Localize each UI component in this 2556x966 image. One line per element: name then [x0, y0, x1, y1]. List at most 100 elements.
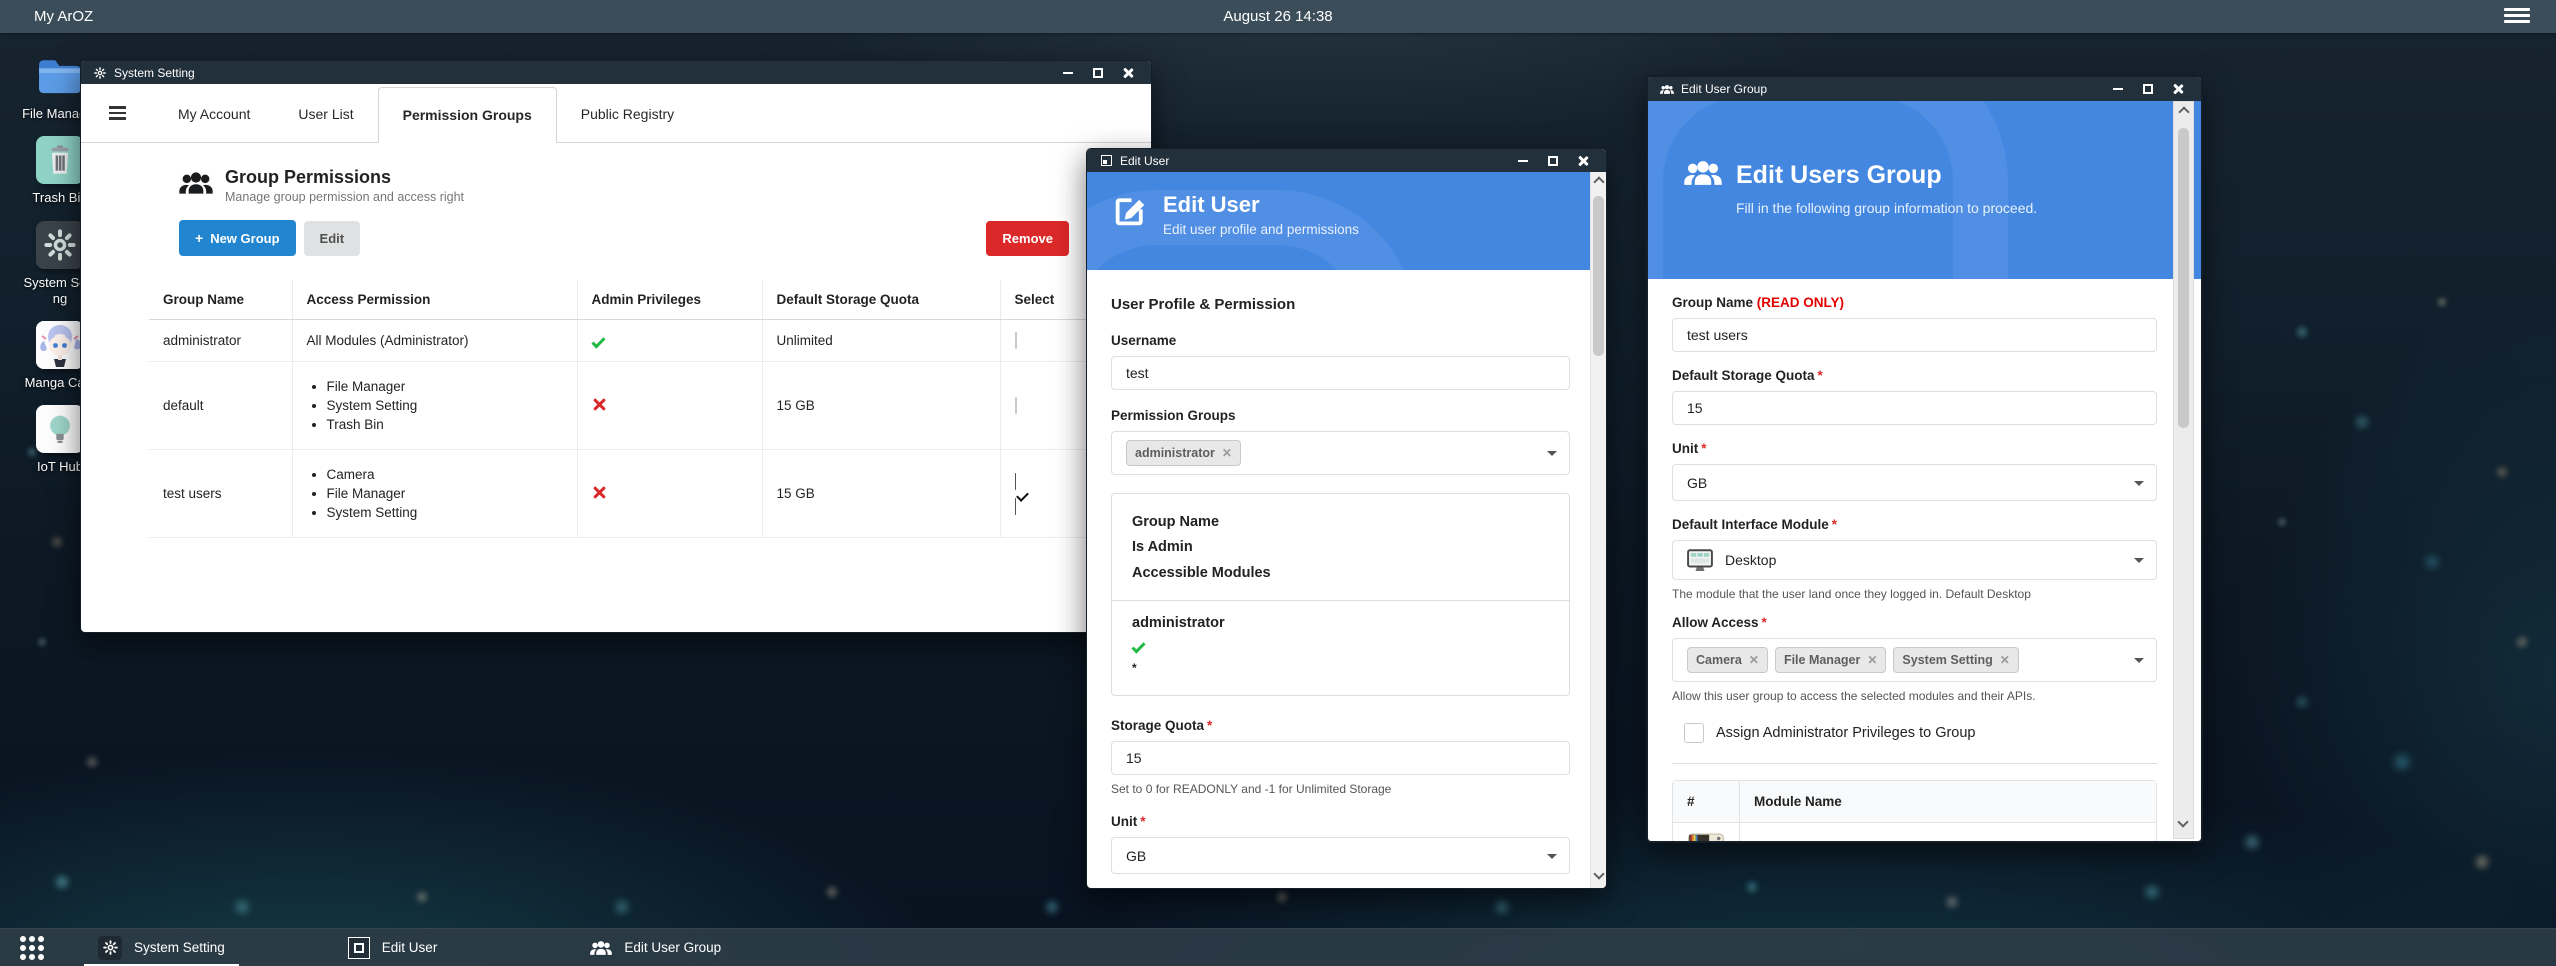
chevron-down-icon [1547, 451, 1557, 461]
close-button[interactable] [1568, 149, 1598, 172]
tag-camera[interactable]: Camera ✕ [1687, 647, 1768, 673]
form-section-title: User Profile & Permission [1111, 296, 1570, 313]
app-launcher-icon[interactable] [20, 936, 44, 960]
group-name-field[interactable] [1672, 318, 2157, 352]
admin-cell [577, 450, 762, 538]
quota-cell: 15 GB [762, 362, 1000, 450]
table-header-row: Group Name Access Permission Admin Privi… [149, 280, 1104, 320]
row-checkbox[interactable] [1015, 332, 1017, 349]
scroll-down-icon[interactable] [2177, 816, 2188, 827]
check-icon [1131, 640, 1145, 654]
tab-public-registry[interactable]: Public Registry [557, 86, 698, 142]
manga-cafe-icon [36, 321, 84, 369]
new-group-button[interactable]: +New Group [179, 220, 296, 256]
default-interface-module-label: Default Interface Module [1672, 517, 1829, 532]
close-button[interactable] [1113, 61, 1143, 84]
maximize-button[interactable] [1538, 149, 1568, 172]
table-row: administrator All Modules (Administrator… [149, 320, 1104, 362]
tab-permission-groups[interactable]: Permission Groups [378, 87, 557, 143]
chevron-down-icon [2134, 658, 2144, 668]
edit-user-form: User Profile & Permission Username Permi… [1087, 270, 1606, 889]
storage-quota-field[interactable] [1111, 741, 1570, 775]
tab-my-account[interactable]: My Account [154, 86, 274, 142]
minimize-button[interactable] [2103, 77, 2133, 101]
module-name: Camera [1739, 823, 2156, 843]
close-button[interactable] [2163, 77, 2193, 101]
users-group-icon [1684, 159, 1722, 192]
maximize-button[interactable] [2133, 77, 2163, 101]
default-storage-quota-field[interactable] [1672, 391, 2157, 425]
camera-icon [1687, 830, 1725, 843]
permission-groups-table: Group Name Access Permission Admin Privi… [149, 280, 1104, 538]
minimize-button[interactable] [1053, 61, 1083, 84]
permission-groups-panel: Group Permissions Manage group permissio… [81, 143, 1151, 538]
scroll-down-icon[interactable] [1593, 868, 1604, 879]
scroll-thumb[interactable] [1593, 196, 1604, 356]
accessible-modules-value: * [1132, 661, 1549, 675]
access-cell: Camera File Manager System Setting [292, 450, 577, 538]
scroll-up-icon[interactable] [2178, 106, 2189, 117]
taskbar-item-system-setting[interactable]: System Setting [84, 929, 239, 966]
scrollbar[interactable] [1590, 172, 1606, 888]
row-checkbox[interactable] [1015, 397, 1017, 414]
access-cell: All Modules (Administrator) [292, 320, 577, 362]
remove-tag-icon[interactable]: ✕ [1222, 446, 1232, 460]
remove-button[interactable]: Remove [986, 221, 1069, 256]
desktop: My ArOZ August 26 14:38 File Manager Tra… [0, 0, 2556, 966]
module-table-header: # Module Name [1673, 781, 2156, 823]
folder-icon [36, 52, 84, 100]
chevron-down-icon [2134, 481, 2144, 491]
window-icon [348, 937, 370, 959]
app-title: My ArOZ [34, 8, 93, 25]
remove-tag-icon[interactable]: ✕ [1749, 653, 1759, 667]
scroll-thumb[interactable] [2178, 128, 2189, 428]
cross-icon [592, 485, 606, 499]
scrollbar[interactable] [2173, 101, 2194, 839]
minimize-button[interactable] [1508, 149, 1538, 172]
edit-user-group-titlebar[interactable]: Edit User Group [1648, 77, 2201, 101]
edit-user-titlebar[interactable]: Edit User [1087, 149, 1606, 172]
users-group-icon [590, 940, 612, 956]
row-checkbox[interactable] [1015, 473, 1091, 515]
tag-system-setting[interactable]: System Setting ✕ [1893, 647, 2018, 673]
scroll-up-icon[interactable] [1593, 176, 1604, 187]
chevron-down-icon [1547, 854, 1557, 864]
gear-icon [98, 936, 122, 960]
group-info-col: Accessible Modules [1132, 561, 1549, 586]
unit-label: Unit [1111, 814, 1137, 829]
default-interface-module-select[interactable]: Desktop [1672, 540, 2157, 580]
admin-cell [577, 320, 762, 362]
group-info-col: Group Name [1132, 510, 1549, 535]
group-info-box: Group Name Is Admin Accessible Modules a… [1111, 493, 1570, 696]
banner-subtitle: Fill in the following group information … [1736, 200, 2171, 216]
chevron-down-icon [2134, 558, 2144, 568]
sidebar-toggle-icon[interactable] [109, 103, 126, 123]
permission-groups-select[interactable]: administrator ✕ [1111, 431, 1570, 475]
check-icon [591, 334, 605, 348]
taskbar-item-edit-user[interactable]: Edit User [334, 929, 452, 966]
admin-cell [577, 362, 762, 450]
system-setting-titlebar[interactable]: System Setting [81, 61, 1151, 84]
remove-tag-icon[interactable]: ✕ [1867, 653, 1877, 667]
group-name-cell: default [149, 362, 292, 450]
admin-privileges-checkbox[interactable] [1684, 723, 1704, 743]
hamburger-menu-icon[interactable] [2504, 8, 2530, 26]
lightbulb-icon [36, 405, 84, 453]
tag-administrator[interactable]: administrator ✕ [1126, 440, 1241, 466]
edit-user-window: Edit User Edit User Edit user profile an… [1086, 148, 1607, 889]
allow-access-select[interactable]: Camera ✕ File Manager ✕ System Setting ✕ [1672, 638, 2157, 682]
remove-tag-icon[interactable]: ✕ [2000, 653, 2010, 667]
allow-access-label: Allow Access [1672, 615, 1759, 630]
unit-select[interactable]: GB [1672, 464, 2157, 501]
users-group-icon [1660, 82, 1674, 96]
unit-select[interactable]: GB [1111, 837, 1570, 874]
group-name-cell: test users [149, 450, 292, 538]
tab-user-list[interactable]: User List [274, 86, 377, 142]
username-field[interactable] [1111, 356, 1570, 390]
window-title: Edit User [1120, 154, 1508, 168]
tag-file-manager[interactable]: File Manager ✕ [1775, 647, 1886, 673]
top-bar: My ArOZ August 26 14:38 [0, 0, 2556, 33]
taskbar-item-edit-user-group[interactable]: Edit User Group [576, 929, 735, 966]
edit-button[interactable]: Edit [304, 221, 361, 256]
maximize-button[interactable] [1083, 61, 1113, 84]
